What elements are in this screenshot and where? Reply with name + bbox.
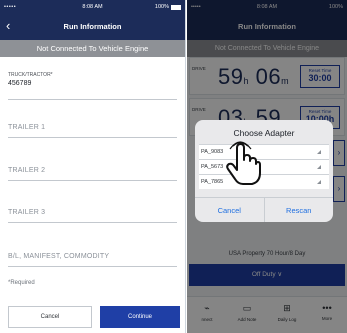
adapter-option[interactable]: PA_5673	[199, 159, 329, 174]
dashboard-screen: ••••• 8:08 AM 100% Run Information Not C…	[187, 0, 347, 333]
dialog-title: Choose Adapter	[233, 128, 295, 138]
signal-strength-icon	[317, 165, 321, 169]
nav-bar: ‹ Run Information	[0, 14, 185, 40]
cancel-button[interactable]: Cancel	[8, 306, 92, 328]
truck-tractor-value: 456789	[8, 80, 32, 87]
run-information-screen: ••••• 8:08 AM 100% ‹ Run Information Not…	[0, 0, 186, 333]
dialog-cancel-button[interactable]: Cancel	[195, 198, 264, 222]
battery-percent: 100%	[154, 4, 169, 10]
bl-manifest-commodity-field[interactable]: B/L, MANIFEST, COMMODITY	[8, 253, 177, 267]
tap-hand-icon	[226, 141, 261, 185]
adapter-option-label: PA_7865	[201, 179, 224, 185]
dialog-buttons: Cancel Rescan	[195, 197, 333, 222]
battery-icon	[171, 4, 181, 10]
required-note: *Required	[8, 280, 35, 286]
status-bar: ••••• 8:08 AM 100%	[0, 0, 185, 14]
truck-tractor-field[interactable]: TRUCK/TRACTOR* 456789	[8, 72, 177, 100]
trailer-3-field[interactable]: TRAILER 3	[8, 209, 177, 223]
trailer-1-field[interactable]: TRAILER 1	[8, 124, 177, 138]
trailer-3-placeholder: TRAILER 3	[8, 209, 46, 216]
page-title: Run Information	[63, 22, 122, 31]
trailer-1-placeholder: TRAILER 1	[8, 124, 46, 131]
adapter-option[interactable]: PA_7865	[199, 174, 329, 189]
signal-strength-icon	[317, 150, 321, 154]
trailer-2-placeholder: TRAILER 2	[8, 167, 46, 174]
truck-tractor-label: TRUCK/TRACTOR*	[8, 72, 53, 78]
adapter-option-label: PA_9083	[201, 149, 224, 155]
bl-manifest-commodity-placeholder: B/L, MANIFEST, COMMODITY	[8, 253, 110, 260]
rescan-button[interactable]: Rescan	[263, 198, 334, 222]
adapter-option-label: PA_5673	[201, 164, 224, 170]
signal-strength-icon	[317, 180, 321, 184]
adapter-option[interactable]: PA_9083	[199, 144, 329, 159]
trailer-2-field[interactable]: TRAILER 2	[8, 167, 177, 181]
continue-button[interactable]: Continue	[100, 306, 180, 328]
battery-status: 100%	[155, 4, 181, 10]
connection-banner: Not Connected To Vehicle Engine	[0, 40, 185, 57]
choose-adapter-dialog: Choose Adapter PA_9083 PA_5673 PA_7865 C…	[195, 120, 333, 222]
